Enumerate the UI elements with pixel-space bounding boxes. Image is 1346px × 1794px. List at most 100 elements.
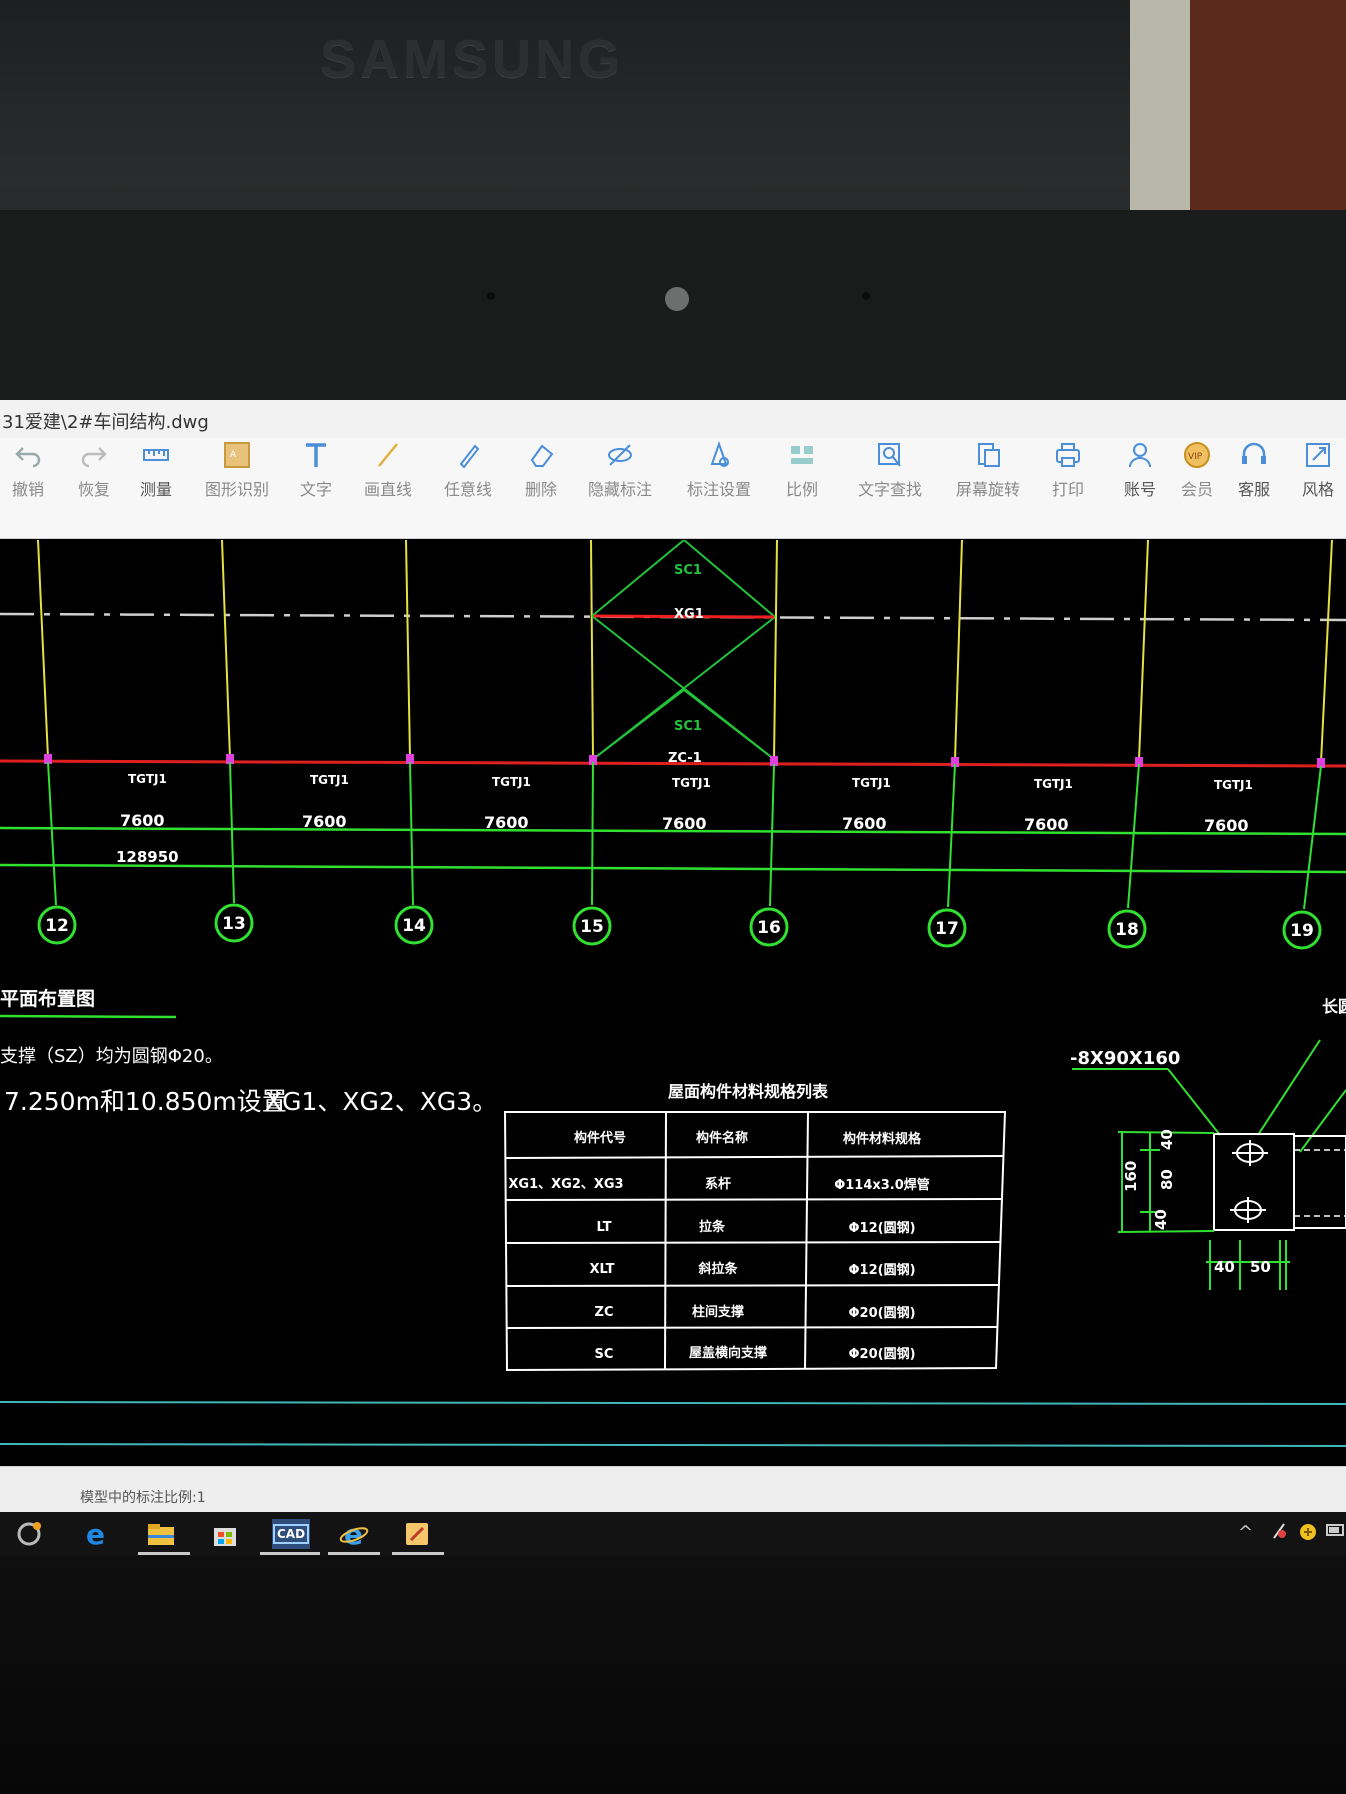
- customer-service-button[interactable]: 客服: [1238, 440, 1270, 500]
- cad-running-indicator: [260, 1552, 320, 1555]
- note-elevation: 7.250m和10.850m设置: [4, 1087, 287, 1116]
- scale-label: 比例: [786, 480, 819, 499]
- print-label: 打印: [1052, 480, 1085, 499]
- tray-app-icon[interactable]: [1270, 1522, 1288, 1545]
- table-header: 构件代号: [574, 1130, 626, 1146]
- bay-dim: 7600: [120, 811, 165, 830]
- ie-icon[interactable]: e: [337, 1519, 371, 1549]
- axis-label-13: 13: [222, 914, 246, 934]
- notes-running-indicator: [392, 1552, 444, 1555]
- webcam: [665, 287, 689, 311]
- dim-h2: 50: [1250, 1258, 1271, 1276]
- slot-leader: [1257, 1039, 1321, 1136]
- print-button[interactable]: 打印: [1052, 440, 1084, 500]
- cad-canvas[interactable]: SC1 XG1 SC1 ZC-1 TGTJ1 TGTJ1 TGTJ1 TGTJ1…: [0, 540, 1346, 1460]
- monitor-bottom-bezel: [0, 1556, 1346, 1794]
- window-title: 31爱建\2#车间结构.dwg: [2, 412, 209, 433]
- dim-mid: 80: [1158, 1169, 1176, 1190]
- dim-total: 160: [1122, 1161, 1140, 1192]
- shape-recognition-button[interactable]: A 图形识别: [205, 440, 269, 500]
- text-label: 文字: [300, 480, 333, 499]
- plan-title-underline: [0, 1014, 177, 1019]
- delete-button[interactable]: 删除: [525, 440, 557, 500]
- hide-annotation-icon: [608, 444, 632, 466]
- table-cell: Φ114x3.0焊管: [834, 1177, 930, 1193]
- style-button[interactable]: 风格: [1302, 440, 1334, 500]
- xg1-label: XG1: [674, 607, 704, 622]
- shape-recognition-icon: A: [224, 442, 250, 468]
- measure-icon: [143, 449, 169, 461]
- bay-dim: 7600: [1204, 816, 1249, 835]
- column-16: [773, 540, 778, 761]
- annotation-settings-label: 标注设置: [687, 480, 752, 499]
- rotate-screen-button[interactable]: 屏幕旋转: [956, 440, 1020, 500]
- text-search-label: 文字查找: [858, 480, 923, 499]
- freehand-icon: [459, 444, 480, 469]
- measure-button[interactable]: 测量: [140, 440, 172, 500]
- rotate-screen-icon: [978, 443, 1000, 467]
- dim-top: 40: [1158, 1129, 1176, 1150]
- rotate-screen-label: 屏幕旋转: [956, 480, 1021, 499]
- frame-line: [0, 1443, 1346, 1447]
- sc1-bottom-label: SC1: [674, 719, 702, 734]
- store-icon[interactable]: [208, 1519, 242, 1549]
- svg-text:A: A: [230, 450, 237, 460]
- axis-label-14: 14: [402, 916, 426, 936]
- column-15: [590, 540, 594, 759]
- hide-annotation-label: 隐藏标注: [588, 480, 653, 499]
- redo-label: 恢复: [78, 480, 111, 499]
- window-titlebar: 31爱建\2#车间结构.dwg: [0, 400, 1346, 439]
- beam-label: TGTJ1: [852, 776, 891, 790]
- beam-label: TGTJ1: [492, 775, 531, 789]
- svg-text:VIP: VIP: [1188, 452, 1203, 462]
- table-cell: 屋盖横向支撑: [689, 1345, 767, 1361]
- column-12: [37, 540, 49, 759]
- slot-leader-2: [1299, 1089, 1346, 1153]
- redo-button[interactable]: 恢复: [78, 440, 110, 500]
- file-explorer-icon[interactable]: [144, 1519, 178, 1549]
- account-button[interactable]: 账号: [1124, 440, 1156, 500]
- undo-button[interactable]: 撤销: [12, 440, 44, 500]
- hide-annotation-button[interactable]: 隐藏标注: [588, 440, 652, 500]
- ir-sensor-left: [487, 292, 495, 300]
- table-title: 屋面构件材料规格列表: [668, 1082, 829, 1101]
- note-members: XG1、XG2、XG3。: [265, 1087, 497, 1116]
- column-18: [1138, 540, 1149, 761]
- column-17: [954, 540, 963, 761]
- text-button[interactable]: 文字: [300, 440, 332, 500]
- annotation-settings-icon: [710, 440, 729, 467]
- table-cell: Φ12(圆钢): [848, 1262, 915, 1278]
- draw-line-button[interactable]: 画直线: [364, 440, 412, 500]
- table-cell: Φ20(圆钢): [848, 1346, 915, 1362]
- delete-label: 删除: [525, 480, 558, 499]
- scale-icon: [791, 446, 813, 464]
- edge-icon[interactable]: e: [80, 1519, 114, 1549]
- scale-button[interactable]: 比例: [786, 440, 818, 500]
- background-door: [1190, 0, 1346, 230]
- note-bracing: 支撑（SZ）均为圆钢Φ20。: [0, 1046, 223, 1067]
- table-cell: XLT: [589, 1262, 614, 1277]
- annotation-settings-button[interactable]: 标注设置: [687, 440, 751, 500]
- table-cell: XG1、XG2、XG3: [508, 1177, 623, 1192]
- text-search-button[interactable]: 文字查找: [858, 440, 922, 500]
- table-cell: LT: [597, 1220, 612, 1235]
- taskbar: [0, 1512, 1346, 1556]
- axis-label-17: 17: [935, 919, 959, 939]
- svg-text:e: e: [86, 1520, 105, 1548]
- cad-app-icon[interactable]: CAD: [272, 1519, 310, 1549]
- style-label: 风格: [1302, 480, 1335, 499]
- end-plate: [1213, 1133, 1295, 1231]
- tray-network-icon[interactable]: [1298, 1522, 1318, 1547]
- axis-label-16: 16: [757, 918, 781, 938]
- tray-battery-icon[interactable]: [1326, 1522, 1346, 1543]
- zc1-label: ZC-1: [668, 751, 702, 766]
- plate-spec: -8X90X160: [1070, 1048, 1180, 1069]
- cortana-icon[interactable]: [12, 1519, 46, 1549]
- frame-line: [0, 1401, 1346, 1405]
- freehand-button[interactable]: 任意线: [444, 440, 492, 500]
- vip-button[interactable]: VIP 会员: [1181, 440, 1213, 500]
- notes-app-icon[interactable]: [400, 1519, 434, 1549]
- bolt-holes: [1230, 1140, 1268, 1223]
- table-cell: Φ12(圆钢): [848, 1220, 915, 1236]
- tray-chevron-icon[interactable]: ^: [1238, 1522, 1253, 1543]
